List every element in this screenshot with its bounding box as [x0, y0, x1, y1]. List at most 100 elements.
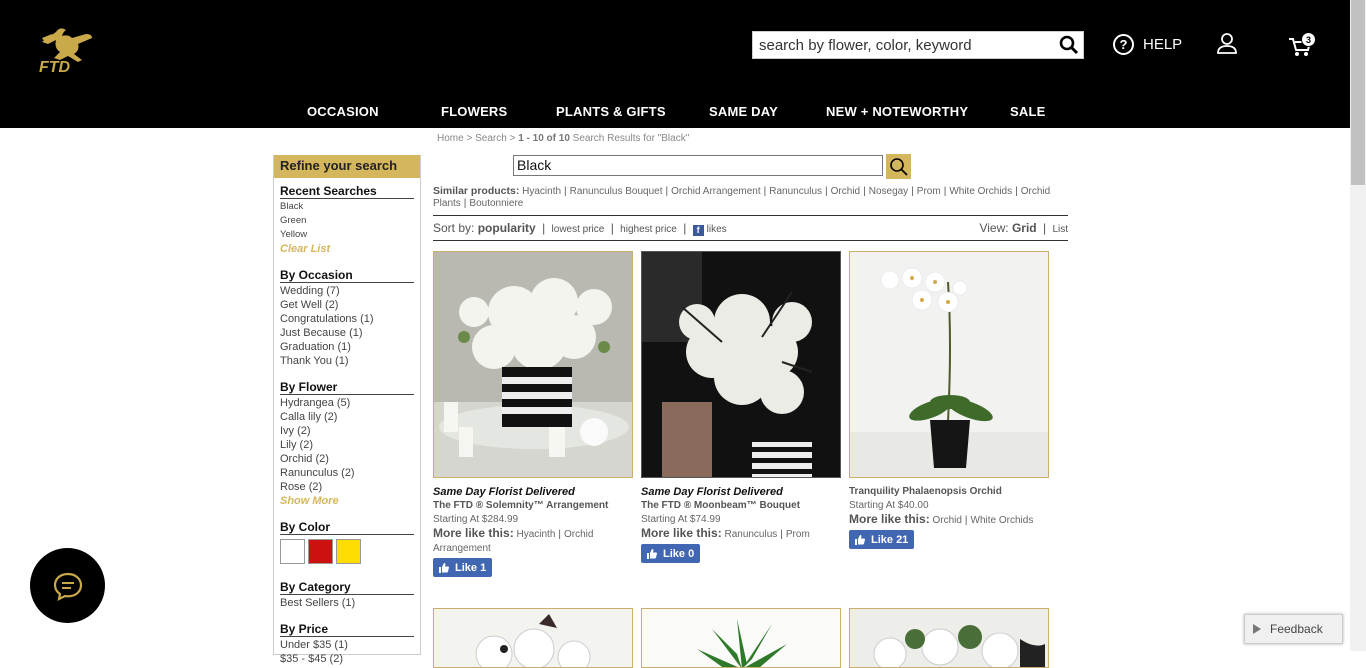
more-like-link[interactable]: Prom [786, 529, 810, 540]
sort-lowest-price[interactable]: lowest price [552, 224, 605, 235]
color-swatch-white[interactable] [280, 539, 305, 564]
product-image[interactable] [849, 251, 1049, 478]
more-like-link[interactable]: Orchid [932, 515, 961, 526]
recent-search-item[interactable]: Green [280, 214, 414, 228]
product-card[interactable]: Same Day Florist Delivered The FTD ® Sol… [433, 251, 633, 579]
occasion-filter[interactable]: Thank You (1) [280, 354, 414, 368]
breadcrumb-sep: > [509, 133, 516, 144]
product-image[interactable] [849, 608, 1049, 668]
more-like-link[interactable]: Ranunculus [724, 529, 777, 540]
nav-new-noteworthy[interactable]: NEW + NOTEWORTHY [826, 104, 968, 119]
flower-filter[interactable]: Hydrangea (5) [280, 396, 414, 410]
recent-search-item[interactable]: Yellow [280, 228, 414, 242]
product-badge: Same Day Florist Delivered [641, 486, 783, 498]
by-color-title: By Color [280, 520, 414, 535]
similar-link[interactable]: Boutonniere [469, 198, 523, 209]
page-scrollbar[interactable] [1350, 0, 1366, 651]
occasion-filter[interactable]: Graduation (1) [280, 340, 414, 354]
separator: | [610, 221, 614, 235]
more-like-this-label: More like this: [433, 526, 514, 540]
like-count: Like 21 [871, 533, 909, 546]
flower-filter[interactable]: Ivy (2) [280, 424, 414, 438]
more-like-link[interactable]: Hyacinth [516, 529, 555, 540]
similar-products: Similar products: Hyacinth | Ranunculus Bo… [433, 185, 1063, 210]
facebook-like-button[interactable]: Like 21 [849, 530, 915, 549]
chat-bubble-icon [53, 572, 82, 601]
product-name[interactable]: The FTD ® Moonbeam™ Bouquet [641, 500, 841, 511]
occasion-filter[interactable]: Get Well (2) [280, 298, 414, 312]
sort-highest-price[interactable]: highest price [620, 224, 677, 235]
sort-bar: Sort by: popularity | lowest price | hig… [433, 215, 1068, 241]
nav-occasion[interactable]: OCCASION [307, 104, 379, 119]
similar-link[interactable]: White Orchids [949, 186, 1012, 197]
breadcrumb-results-text: Search Results for "Black" [572, 133, 690, 144]
facebook-like-button[interactable]: Like 0 [641, 544, 701, 563]
occasion-filter[interactable]: Congratulations (1) [280, 312, 414, 326]
separator: | [825, 186, 828, 197]
cart-button[interactable]: 3 [1288, 32, 1318, 58]
show-more-link[interactable]: Show More [280, 494, 414, 508]
product-name[interactable]: Tranquility Phalaenopsis Orchid [849, 486, 1049, 497]
breadcrumb-search[interactable]: Search [475, 133, 507, 144]
product-image[interactable] [641, 251, 841, 478]
site-search[interactable]: search by flower, color, keyword [752, 31, 1084, 59]
breadcrumb-home[interactable]: Home [437, 133, 464, 144]
color-swatch-red[interactable] [308, 539, 333, 564]
more-like-this-label: More like this: [641, 526, 722, 540]
product-card[interactable]: Same Day Florist Delivered The FTD ® Moo… [641, 251, 841, 565]
occasion-filter[interactable]: Wedding (7) [280, 284, 414, 298]
facebook-like-button[interactable]: Like 1 [433, 558, 493, 577]
separator: | [1015, 186, 1018, 197]
cart-count-badge: 3 [1301, 32, 1316, 47]
by-category-title: By Category [280, 580, 414, 595]
account-icon[interactable] [1216, 32, 1238, 54]
more-like-link[interactable]: White Orchids [971, 515, 1034, 526]
recent-search-item[interactable]: Black [280, 200, 414, 214]
similar-link[interactable]: Ranunculus [769, 186, 822, 197]
similar-link[interactable]: Nosegay [869, 186, 908, 197]
similar-link[interactable]: Prom [917, 186, 941, 197]
scrollbar-thumb[interactable] [1351, 0, 1365, 185]
nav-sale[interactable]: SALE [1010, 104, 1045, 119]
ftd-mercury-logo[interactable]: FTD [36, 24, 102, 76]
view-grid[interactable]: Grid [1012, 221, 1037, 235]
clear-list-link[interactable]: Clear List [280, 242, 414, 256]
similar-link[interactable]: Ranunculus Bouquet [570, 186, 663, 197]
help-link[interactable]: ? HELP [1113, 34, 1182, 55]
view-list[interactable]: List [1052, 224, 1068, 235]
product-image[interactable] [433, 251, 633, 478]
thumbs-up-icon [855, 534, 865, 545]
thumbs-up-icon [439, 562, 449, 573]
similar-link[interactable]: Orchid Arrangement [671, 186, 761, 197]
product-image[interactable] [433, 608, 633, 668]
nav-flowers[interactable]: FLOWERS [441, 104, 507, 119]
product-card[interactable]: Tranquility Phalaenopsis Orchid Starting… [849, 251, 1049, 551]
flower-filter[interactable]: Ranunculus (2) [280, 466, 414, 480]
facebook-icon: f [692, 225, 704, 236]
occasion-filter[interactable]: Just Because (1) [280, 326, 414, 340]
flower-filter[interactable]: Calla lily (2) [280, 410, 414, 424]
similar-link[interactable]: Hyacinth [522, 186, 561, 197]
help-label: HELP [1143, 36, 1183, 53]
similar-link[interactable]: Orchid [831, 186, 860, 197]
feedback-button[interactable]: Feedback [1244, 614, 1343, 644]
flower-filter[interactable]: Rose (2) [280, 480, 414, 494]
price-filter[interactable]: $35 - $45 (2) [280, 652, 414, 666]
more-like-this-label: More like this: [849, 512, 930, 526]
site-search-input[interactable]: search by flower, color, keyword [753, 37, 1055, 54]
price-filter[interactable]: Under $35 (1) [280, 638, 414, 652]
results-search-input[interactable]: Black [513, 155, 883, 176]
flower-filter[interactable]: Orchid (2) [280, 452, 414, 466]
product-image[interactable] [641, 608, 841, 668]
sort-likes[interactable]: likes [707, 224, 727, 235]
nav-plants-gifts[interactable]: PLANTS & GIFTS [556, 104, 666, 119]
results-search-button[interactable] [886, 154, 911, 179]
sort-popularity[interactable]: popularity [478, 221, 536, 235]
flower-filter[interactable]: Lily (2) [280, 438, 414, 452]
color-swatch-yellow[interactable] [336, 539, 361, 564]
search-icon[interactable] [1055, 31, 1083, 59]
chat-button[interactable] [30, 548, 105, 623]
category-filter[interactable]: Best Sellers (1) [280, 596, 414, 610]
product-name[interactable]: The FTD ® Solemnity™ Arrangement [433, 500, 633, 511]
nav-same-day[interactable]: SAME DAY [709, 104, 778, 119]
